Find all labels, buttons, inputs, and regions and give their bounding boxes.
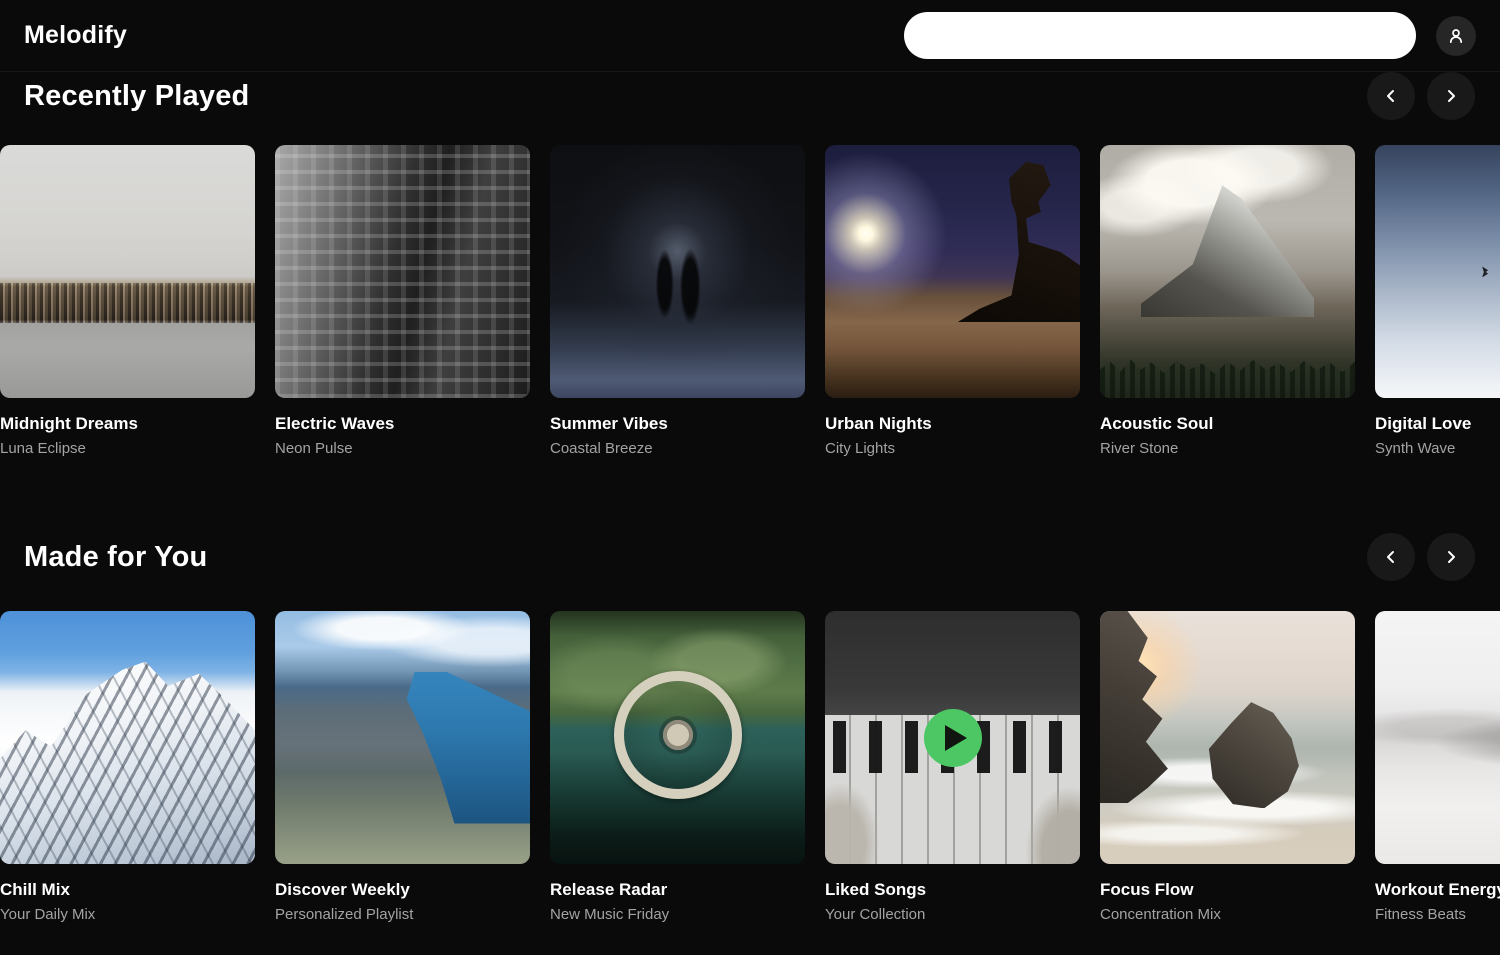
play-icon xyxy=(945,725,967,751)
playlist-card[interactable]: Discover Weekly Personalized Playlist xyxy=(275,611,530,923)
album-art xyxy=(1375,611,1500,864)
card-title: Electric Waves xyxy=(275,414,530,434)
card-title: Summer Vibes xyxy=(550,414,805,434)
playlist-card[interactable]: Summer Vibes Coastal Breeze xyxy=(550,145,805,457)
chevron-left-icon xyxy=(1383,88,1399,104)
card-subtitle: New Music Friday xyxy=(550,906,805,923)
carousel-row: Midnight Dreams Luna Eclipse Electric Wa… xyxy=(0,145,1500,457)
card-title: Urban Nights xyxy=(825,414,1080,434)
play-button[interactable] xyxy=(924,709,982,767)
chevron-right-icon xyxy=(1443,549,1459,565)
album-art xyxy=(1375,145,1500,398)
album-art xyxy=(1100,611,1355,864)
playlist-card[interactable]: Chill Mix Your Daily Mix xyxy=(0,611,255,923)
album-art xyxy=(0,145,255,398)
album-art xyxy=(825,611,1080,864)
album-art xyxy=(275,611,530,864)
card-subtitle: Your Collection xyxy=(825,906,1080,923)
carousel-controls xyxy=(1367,533,1475,581)
card-subtitle: Neon Pulse xyxy=(275,440,530,457)
album-art xyxy=(550,145,805,398)
shelf-header: Recently Played xyxy=(0,72,1500,120)
card-title: Chill Mix xyxy=(0,880,255,900)
playlist-card[interactable]: Urban Nights City Lights xyxy=(825,145,1080,457)
playlist-card-liked-songs[interactable]: Liked Songs Your Collection xyxy=(825,611,1080,923)
section-made-for-you: Made for You Chill Mix Your Daily Mix Di… xyxy=(0,533,1500,923)
card-title: Digital Love xyxy=(1375,414,1500,434)
card-subtitle: Your Daily Mix xyxy=(0,906,255,923)
card-subtitle: Personalized Playlist xyxy=(275,906,530,923)
album-art xyxy=(0,611,255,864)
card-title: Acoustic Soul xyxy=(1100,414,1355,434)
chevron-right-icon xyxy=(1443,88,1459,104)
card-subtitle: Synth Wave xyxy=(1375,440,1500,457)
playlist-card[interactable]: Workout Energy Fitness Beats xyxy=(1375,611,1500,923)
carousel-prev-button[interactable] xyxy=(1367,72,1415,120)
carousel-next-button[interactable] xyxy=(1427,533,1475,581)
card-title: Discover Weekly xyxy=(275,880,530,900)
section-recently-played: Recently Played Midnight Dreams Luna Ecl… xyxy=(0,72,1500,457)
album-art xyxy=(275,145,530,398)
album-art xyxy=(825,145,1080,398)
card-title: Midnight Dreams xyxy=(0,414,255,434)
chevron-left-icon xyxy=(1383,549,1399,565)
user-icon xyxy=(1447,27,1465,45)
playlist-card[interactable]: Midnight Dreams Luna Eclipse xyxy=(0,145,255,457)
playlist-card[interactable]: Focus Flow Concentration Mix xyxy=(1100,611,1355,923)
carousel-row: Chill Mix Your Daily Mix Discover Weekly… xyxy=(0,611,1500,923)
card-subtitle: River Stone xyxy=(1100,440,1355,457)
playlist-card[interactable]: Acoustic Soul River Stone xyxy=(1100,145,1355,457)
album-art xyxy=(550,611,805,864)
card-subtitle: Coastal Breeze xyxy=(550,440,805,457)
card-title: Workout Energy xyxy=(1375,880,1500,900)
app-logo: Melodify xyxy=(24,21,127,50)
card-title: Liked Songs xyxy=(825,880,1080,900)
card-subtitle: City Lights xyxy=(825,440,1080,457)
search-input[interactable] xyxy=(904,12,1416,59)
card-title: Release Radar xyxy=(550,880,805,900)
card-subtitle: Fitness Beats xyxy=(1375,906,1500,923)
section-title: Recently Played xyxy=(24,80,249,113)
carousel-next-button[interactable] xyxy=(1427,72,1475,120)
playlist-card[interactable]: Release Radar New Music Friday xyxy=(550,611,805,923)
card-subtitle: Luna Eclipse xyxy=(0,440,255,457)
playlist-card[interactable]: Digital Love Synth Wave xyxy=(1375,145,1500,457)
section-title: Made for You xyxy=(24,541,207,574)
album-art xyxy=(1100,145,1355,398)
profile-button[interactable] xyxy=(1436,16,1476,56)
carousel-prev-button[interactable] xyxy=(1367,533,1415,581)
shelf-header: Made for You xyxy=(0,533,1500,581)
card-title: Focus Flow xyxy=(1100,880,1355,900)
playlist-card[interactable]: Electric Waves Neon Pulse xyxy=(275,145,530,457)
carousel-controls xyxy=(1367,72,1475,120)
top-bar: Melodify xyxy=(0,0,1500,72)
card-subtitle: Concentration Mix xyxy=(1100,906,1355,923)
